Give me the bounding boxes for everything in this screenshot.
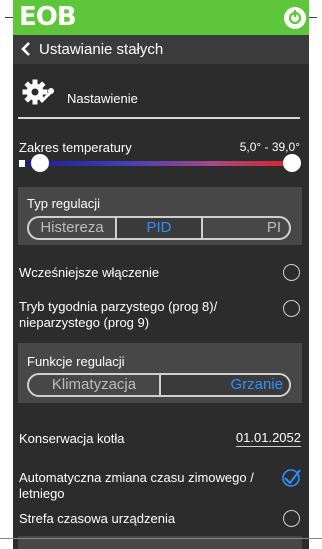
option-air-conditioning[interactable]: Klimatyzacja xyxy=(29,375,159,395)
regulation-function-label: Funkcje regulacji xyxy=(27,354,125,369)
auto-dst-label: Automatyczna zmiana czasu zimowego / let… xyxy=(19,470,254,501)
checkmark-icon[interactable] xyxy=(281,468,301,488)
chevron-left-icon[interactable] xyxy=(20,42,32,56)
regulation-type-selector: Histereza PID PI xyxy=(27,216,291,240)
app-logo: EOB xyxy=(19,2,77,32)
option-hysteresis[interactable]: Histereza xyxy=(29,218,115,238)
timezone-label: Strefa czasowa urządzenia xyxy=(19,511,176,526)
regulation-function-group: Funkcje regulacji Klimatyzacja Grzanie xyxy=(18,343,302,403)
section-header: Nastawienie xyxy=(13,64,309,120)
bottom-edge-line xyxy=(0,538,322,539)
timezone-radio[interactable] xyxy=(283,510,300,527)
week-mode-label: Tryb tygodnia parzystego (prog 8)/ niepa… xyxy=(19,299,218,330)
power-icon xyxy=(288,10,302,25)
app-frame: EOB Ustawianie stałych Nastawienie Zakre… xyxy=(13,0,309,549)
header-bar: Ustawianie stałych xyxy=(13,35,309,64)
slider-max-handle[interactable] xyxy=(283,154,301,172)
slider-left-stub xyxy=(19,160,25,167)
week-mode-radio[interactable] xyxy=(283,300,300,317)
regulation-type-label: Typ regulacji xyxy=(27,196,100,211)
section-title: Nastawienie xyxy=(67,91,138,106)
regulation-type-group: Typ regulacji Histereza PID PI xyxy=(18,187,302,245)
early-start-label: Wcześniejsze włączenie xyxy=(19,265,160,280)
top-edge-line-left xyxy=(5,17,13,18)
early-start-radio[interactable] xyxy=(283,264,300,281)
regulation-function-selector: Klimatyzacja Grzanie xyxy=(27,373,291,397)
gear-wrench-icon xyxy=(22,79,54,105)
top-bar: EOB xyxy=(13,0,309,35)
option-heating[interactable]: Grzanie xyxy=(161,375,289,395)
boiler-maintenance-label: Konserwacja kotła xyxy=(19,431,125,446)
top-edge-line-right xyxy=(309,17,317,18)
temperature-slider-track[interactable] xyxy=(23,161,295,166)
slider-min-handle[interactable] xyxy=(31,154,49,172)
section-divider xyxy=(18,117,300,119)
option-pid[interactable]: PID xyxy=(117,218,201,238)
boiler-maintenance-date[interactable]: 01.01.2052 xyxy=(235,430,301,447)
temperature-range-value: 5,0° - 39,0° xyxy=(239,140,300,154)
power-button[interactable] xyxy=(284,7,306,29)
option-pi[interactable]: PI xyxy=(203,218,289,238)
temperature-range-label: Zakres temperatury xyxy=(19,140,132,155)
page-title: Ustawianie stałych xyxy=(39,41,164,58)
